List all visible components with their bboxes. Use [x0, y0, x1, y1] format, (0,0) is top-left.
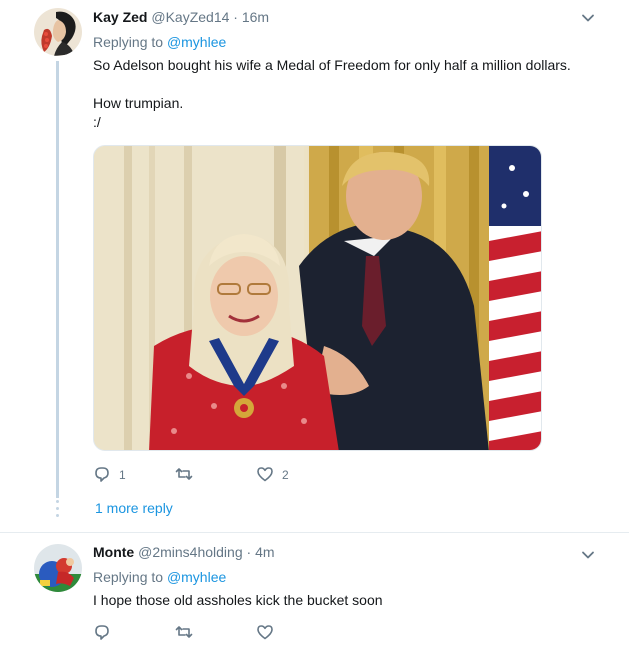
avatar[interactable]: [34, 8, 82, 56]
tweet[interactable]: Kay Zed @KayZed14 · 16m Replying to @myh…: [0, 0, 629, 532]
tweet-text-line: So Adelson bought his wife a Medal of Fr…: [93, 57, 571, 73]
retweet-icon: [175, 465, 193, 486]
mention-link[interactable]: @myhlee: [167, 34, 226, 50]
like-button[interactable]: 2: [256, 465, 289, 485]
caret-down-icon[interactable]: [581, 548, 595, 562]
tweet-text: So Adelson bought his wife a Medal of Fr…: [93, 56, 593, 132]
timestamp[interactable]: 16m: [242, 9, 269, 25]
replying-to: Replying to @myhlee: [93, 567, 226, 587]
like-count: 2: [282, 468, 289, 482]
replying-to: Replying to @myhlee: [93, 32, 226, 52]
tweet-text-line: :/: [93, 114, 101, 130]
retweet-button[interactable]: [175, 465, 201, 485]
more-replies-link[interactable]: 1 more reply: [95, 500, 173, 516]
retweet-button[interactable]: [175, 623, 201, 643]
avatar[interactable]: [34, 544, 82, 592]
reply-icon: [93, 623, 111, 644]
like-icon: [256, 623, 274, 644]
like-icon: [256, 465, 274, 486]
mention-link[interactable]: @myhlee: [167, 569, 226, 585]
display-name[interactable]: Monte: [93, 544, 134, 560]
replying-prefix: Replying to: [93, 34, 164, 50]
user-handle[interactable]: @KayZed14: [151, 9, 229, 25]
separator: ·: [246, 544, 252, 560]
reply-count: 1: [119, 468, 126, 482]
tweet-photo[interactable]: [93, 145, 542, 451]
user-handle[interactable]: @2mins4holding: [138, 544, 243, 560]
separator: ·: [233, 9, 238, 25]
tweet[interactable]: Monte @2mins4holding · 4m Replying to @m…: [0, 533, 629, 649]
reply-button[interactable]: [93, 623, 119, 643]
display-name[interactable]: Kay Zed: [93, 9, 147, 25]
tweet-header: Monte @2mins4holding · 4m: [93, 542, 275, 562]
replying-prefix: Replying to: [93, 569, 164, 585]
reply-button[interactable]: 1: [93, 465, 126, 485]
caret-down-icon[interactable]: [581, 11, 595, 25]
tweet-text: I hope those old assholes kick the bucke…: [93, 591, 383, 610]
tweet-text-line: I hope those old assholes kick the bucke…: [93, 592, 383, 608]
retweet-icon: [175, 623, 193, 644]
reply-icon: [93, 465, 111, 486]
thread-line: [56, 61, 59, 498]
tweet-text-line: [93, 75, 593, 94]
tweet-header: Kay Zed @KayZed14 · 16m: [93, 7, 269, 27]
timestamp[interactable]: 4m: [255, 544, 274, 560]
tweet-text-line: How trumpian.: [93, 95, 184, 111]
thread-dots: [56, 500, 59, 520]
like-button[interactable]: [256, 623, 282, 643]
